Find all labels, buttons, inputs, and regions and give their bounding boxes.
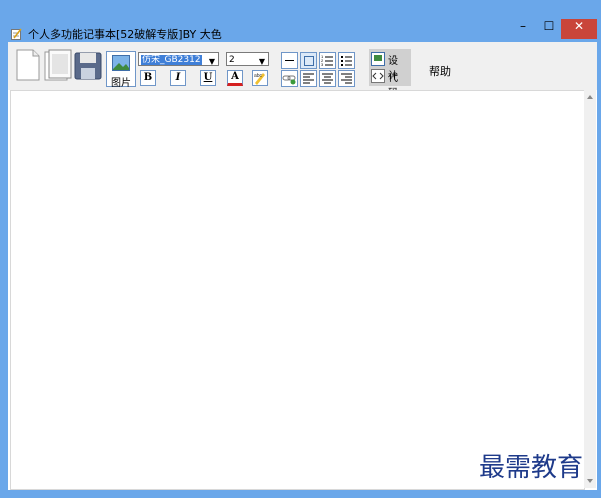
- horizontal-rule-icon[interactable]: [281, 52, 298, 69]
- bullet-list-glyph: [341, 56, 352, 66]
- chevron-down-icon: ▼: [258, 57, 265, 66]
- maximize-button[interactable]: ☐: [536, 19, 562, 39]
- client-area: 图片 仿宋_GB2312 ▼ 2 ▼ B I U A abc 1 2 3 设计 …: [8, 42, 597, 490]
- scroll-down-icon[interactable]: [587, 479, 593, 483]
- align-left-glyph: [303, 73, 314, 84]
- bold-button[interactable]: B: [140, 70, 156, 86]
- editor-area[interactable]: [10, 90, 585, 490]
- open-file-icon[interactable]: [43, 48, 73, 82]
- view-mode-group: 设计 代码: [369, 49, 411, 99]
- design-icon: [371, 52, 385, 66]
- numbered-list-glyph: 1 2 3: [321, 54, 333, 67]
- border-icon[interactable]: [300, 52, 317, 69]
- font-select[interactable]: 仿宋_GB2312 ▼: [138, 52, 219, 66]
- font-color-button[interactable]: A: [227, 70, 243, 86]
- align-center-icon[interactable]: [319, 70, 336, 87]
- vertical-scrollbar[interactable]: [584, 90, 596, 488]
- underline-button[interactable]: U: [200, 70, 216, 86]
- numbered-list-icon[interactable]: 1 2 3: [319, 52, 336, 69]
- scroll-up-icon[interactable]: [587, 95, 593, 99]
- new-file-icon[interactable]: [13, 48, 43, 82]
- svg-text:3: 3: [321, 62, 324, 67]
- help-menu[interactable]: 帮助: [429, 63, 451, 79]
- chevron-down-icon: ▼: [208, 57, 215, 66]
- notepad-icon: [11, 28, 22, 40]
- minimize-button[interactable]: –: [510, 19, 536, 39]
- picture-icon: [112, 55, 130, 71]
- save-icon[interactable]: [73, 48, 103, 82]
- link-glyph: [282, 75, 296, 85]
- align-right-glyph: [341, 73, 352, 84]
- font-value: 仿宋_GB2312: [141, 55, 202, 65]
- title-bar[interactable]: 个人多功能记事本[52破解专版]BY 大色 – ☐ ✕: [0, 0, 601, 42]
- app-window: 个人多功能记事本[52破解专版]BY 大色 – ☐ ✕ 图片 仿宋_GB2312…: [0, 0, 601, 498]
- bullet-list-icon[interactable]: [338, 52, 355, 69]
- italic-button[interactable]: I: [170, 70, 186, 86]
- align-right-icon[interactable]: [338, 70, 355, 87]
- picture-label: 图片: [111, 78, 131, 89]
- code-icon: [371, 69, 385, 83]
- close-button[interactable]: ✕: [561, 19, 597, 39]
- size-select[interactable]: 2 ▼: [226, 52, 269, 66]
- window-title: 个人多功能记事本[52破解专版]BY 大色: [28, 28, 222, 41]
- watermark: 最需教育: [479, 453, 584, 483]
- toolbar: 图片 仿宋_GB2312 ▼ 2 ▼ B I U A abc 1 2 3 设计 …: [8, 42, 597, 99]
- align-center-glyph: [322, 73, 333, 84]
- svg-text:abc: abc: [254, 73, 263, 79]
- align-left-icon[interactable]: [300, 70, 317, 87]
- insert-picture-button[interactable]: 图片: [106, 51, 136, 89]
- link-icon[interactable]: [281, 70, 298, 87]
- highlight-icon[interactable]: abc: [252, 70, 268, 86]
- size-value: 2: [229, 55, 235, 65]
